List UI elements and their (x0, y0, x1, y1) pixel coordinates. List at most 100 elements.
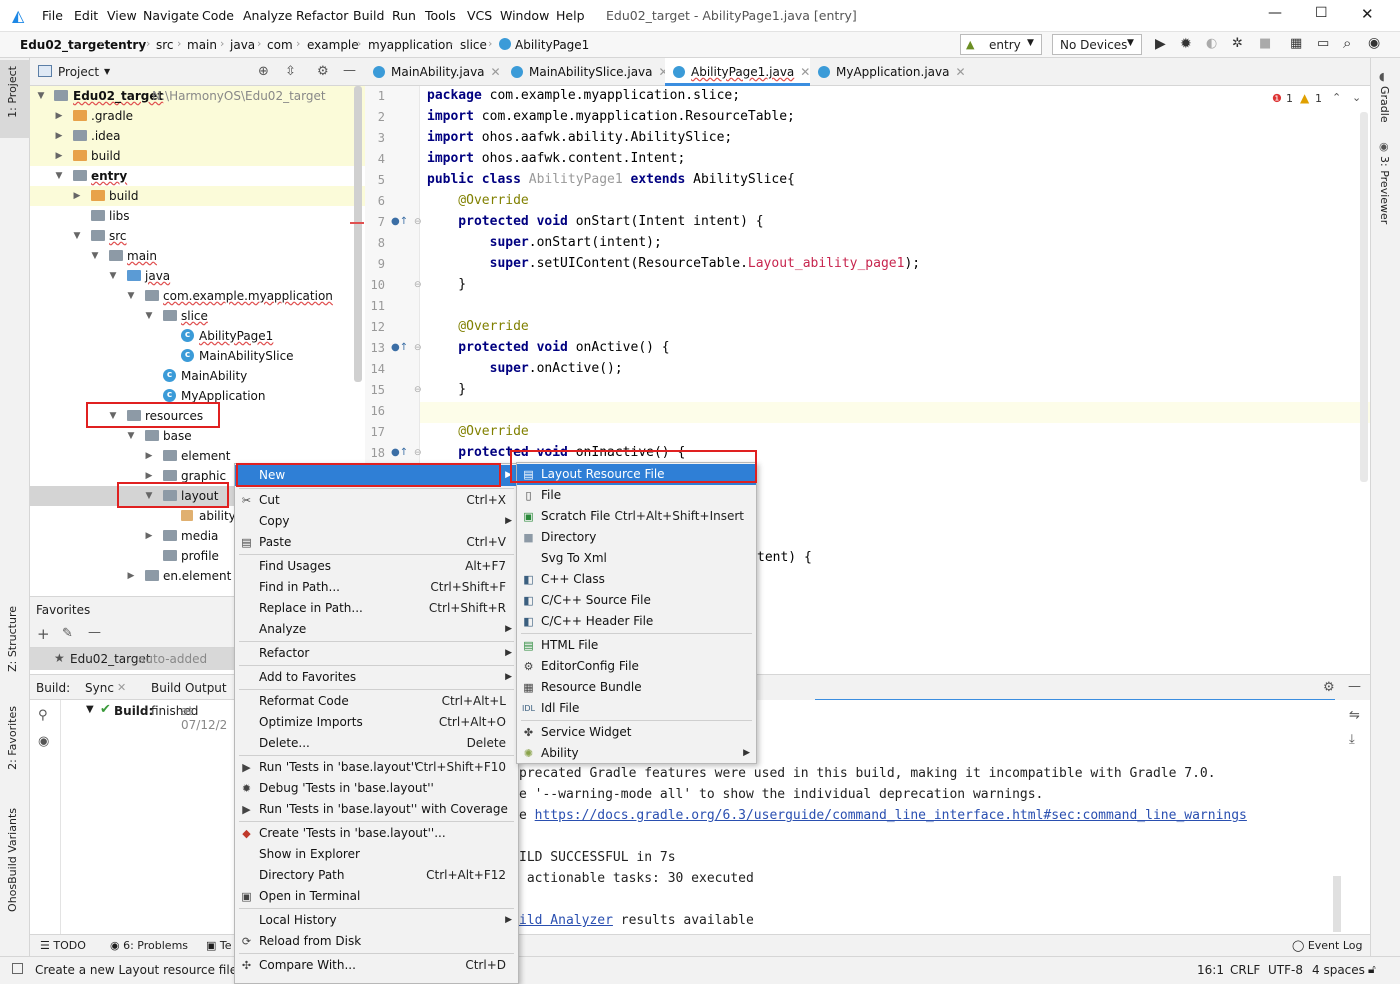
tree-item-project-root[interactable]: ▼ Edu02_target N:\HarmonyOS\Edu02_target (30, 86, 365, 106)
submenu-item-editorconfig[interactable]: ⚙ EditorConfig File (517, 656, 756, 677)
menu-build[interactable]: Build (353, 8, 384, 23)
docs-link[interactable]: https://docs.gradle.org/6.3/userguide/co… (535, 808, 1247, 823)
menu-tools[interactable]: Tools (425, 8, 456, 23)
submenu-item-svg-to-xml[interactable]: Svg To Xml (517, 548, 756, 569)
submenu-item-cpp-source[interactable]: ◧ C/C++ Source File (517, 590, 756, 611)
crumb-entry[interactable]: entry (110, 38, 146, 52)
tree-item-idea[interactable]: ▶ .idea (30, 126, 365, 146)
menu-item-refactor[interactable]: Refactor ▶ (235, 643, 518, 664)
chevron-down-icon[interactable]: ▼ (86, 704, 94, 715)
tree-item-abilitypage1[interactable]: c AbilityPage1 (30, 326, 365, 346)
scroll-to-end-icon[interactable]: ⤓ (1349, 732, 1355, 748)
project-structure-icon[interactable]: ▦ (1290, 36, 1302, 52)
tree-item-entry-build[interactable]: ▶ build (30, 186, 365, 206)
submenu-item-file[interactable]: ▯ File (517, 485, 756, 506)
menu-item-reformat-code[interactable]: Reformat Code Ctrl+Alt+L (235, 691, 518, 712)
tab-mainability[interactable]: MainAbility.java ✕ (365, 58, 503, 86)
submenu-item-html-file[interactable]: ▤ HTML File (517, 635, 756, 656)
search-icon[interactable]: ⌕ (1343, 35, 1351, 51)
crumb-java[interactable]: java (230, 38, 255, 52)
menu-item-show-in-explorer[interactable]: Show in Explorer (235, 844, 518, 865)
menu-item-optimize-imports[interactable]: Optimize Imports Ctrl+Alt+O (235, 712, 518, 733)
menu-vcs[interactable]: VCS (467, 8, 492, 23)
account-icon[interactable]: ◉ (1368, 35, 1380, 51)
menu-view[interactable]: View (107, 8, 137, 23)
submenu-item-cpp-class[interactable]: ◧ C++ Class (517, 569, 756, 590)
close-tab-icon[interactable]: ✕ (491, 65, 501, 79)
close-tab-icon[interactable]: ✕ (955, 65, 965, 79)
menu-item-cut[interactable]: ✂ Cut Ctrl+X (235, 490, 518, 511)
menu-item-paste[interactable]: ▤ Paste Ctrl+V (235, 532, 518, 553)
crumb-project[interactable]: Edu02_target (20, 38, 110, 52)
tree-item-myapplication[interactable]: c MyApplication (30, 386, 365, 406)
chevron-down-icon[interactable]: ▼ (104, 67, 110, 76)
add-icon[interactable]: + (37, 626, 50, 642)
submenu-item-service-widget[interactable]: ✤ Service Widget (517, 722, 756, 743)
menu-item-create-tests[interactable]: ◆ Create 'Tests in 'base.layout''... (235, 823, 518, 844)
run-config-select[interactable]: ▲ entry ▼ (960, 34, 1042, 55)
profile-icon[interactable]: ◐ (1206, 36, 1217, 52)
menu-window[interactable]: Window (500, 8, 549, 23)
crumb-abilitypage1[interactable]: AbilityPage1 (515, 38, 589, 52)
tree-item-mainability[interactable]: c MainAbility (30, 366, 365, 386)
override-marker-icon[interactable]: ●↑ (391, 216, 408, 227)
crumb-src[interactable]: src (156, 38, 174, 52)
menu-item-directory-path[interactable]: Directory Path Ctrl+Alt+F12 (235, 865, 518, 886)
close-tab-icon[interactable]: ✕ (117, 681, 126, 694)
tab-build-output[interactable]: Build Output (151, 681, 227, 695)
terminal-button[interactable]: ▣ Te (206, 939, 232, 952)
sdk-manager-icon[interactable]: ▭ (1317, 36, 1329, 52)
override-marker-icon[interactable]: ●↑ (391, 342, 408, 353)
menu-item-delete[interactable]: Delete... Delete (235, 733, 518, 754)
tree-item-src[interactable]: ▼ src (30, 226, 365, 246)
warning-icon[interactable]: ▲ (1300, 91, 1309, 105)
file-encoding[interactable]: UTF-8 (1268, 963, 1303, 977)
submenu-item-idl-file[interactable]: IDL Idl File (517, 698, 756, 719)
run-icon[interactable]: ▶ (1155, 36, 1166, 52)
maximize-icon[interactable]: ☐ (1315, 5, 1328, 21)
collapse-all-icon[interactable]: ⇳ (285, 64, 296, 80)
pin-icon[interactable]: ⚲ (38, 708, 48, 724)
todo-button[interactable]: ☰ TODO (40, 939, 86, 952)
chevron-up-icon[interactable]: ⌃ (1332, 91, 1341, 104)
tree-item-java[interactable]: ▼ java (30, 266, 365, 286)
tree-item-mainabilityslice[interactable]: c MainAbilitySlice (30, 346, 365, 366)
hide-icon[interactable]: — (1348, 679, 1361, 695)
tab-sync[interactable]: Sync (85, 681, 114, 695)
menu-item-reload-from-disk[interactable]: ⟳ Reload from Disk (235, 931, 518, 952)
menu-item-local-history[interactable]: Local History ▶ (235, 910, 518, 931)
tree-item-gradle[interactable]: ▶ .gradle (30, 106, 365, 126)
tab-abilitypage1[interactable]: AbilityPage1.java ✕ (665, 58, 810, 86)
submenu-item-ability[interactable]: ✺ Ability ▶ (517, 743, 756, 764)
menu-item-run-coverage[interactable]: ▶ Run 'Tests in 'base.layout'' with Cover… (235, 799, 518, 820)
indent-setting[interactable]: 4 spaces (1312, 963, 1365, 977)
tree-item-libs[interactable]: libs (30, 206, 365, 226)
crumb-com[interactable]: com (267, 38, 293, 52)
device-select[interactable]: No Devices ▼ (1052, 34, 1142, 55)
menu-run[interactable]: Run (392, 8, 416, 23)
minimize-icon[interactable]: — (1268, 5, 1282, 21)
stop-icon[interactable]: ■ (1259, 36, 1271, 52)
menu-item-open-in-terminal[interactable]: ▣ Open in Terminal (235, 886, 518, 907)
menu-item-replace-in-path[interactable]: Replace in Path... Ctrl+Shift+R (235, 598, 518, 619)
submenu-item-cpp-header[interactable]: ◧ C/C++ Header File (517, 611, 756, 632)
tool-project-label[interactable]: 1: Project (6, 66, 19, 118)
override-marker-icon[interactable]: ●↑ (391, 447, 408, 458)
soft-wrap-icon[interactable]: ⇋ (1349, 708, 1360, 724)
crumb-myapplication[interactable]: myapplication (368, 38, 453, 52)
tree-item-base[interactable]: ▼ base (30, 426, 365, 446)
menu-item-compare-with[interactable]: ✣ Compare With... Ctrl+D (235, 955, 518, 976)
locate-icon[interactable]: ⊕ (258, 64, 269, 80)
tool-windows-icon[interactable] (12, 963, 23, 974)
tab-myapplication[interactable]: MyApplication.java ✕ (810, 58, 970, 86)
close-window-icon[interactable]: ✕ (1361, 5, 1374, 23)
error-count-icon[interactable]: ❶ (1272, 92, 1282, 105)
problems-button[interactable]: ◉ 6: Problems (110, 939, 188, 952)
menu-item-find-in-path[interactable]: Find in Path... Ctrl+Shift+F (235, 577, 518, 598)
caret-position[interactable]: 16:1 (1197, 963, 1224, 977)
crumb-slice[interactable]: slice (460, 38, 487, 52)
tool-favorites-label[interactable]: 2: Favorites (6, 706, 19, 770)
crumb-main[interactable]: main (187, 38, 217, 52)
menu-item-copy[interactable]: Copy ▶ (235, 511, 518, 532)
lock-icon[interactable]: 🔓︎ (1368, 962, 1376, 977)
